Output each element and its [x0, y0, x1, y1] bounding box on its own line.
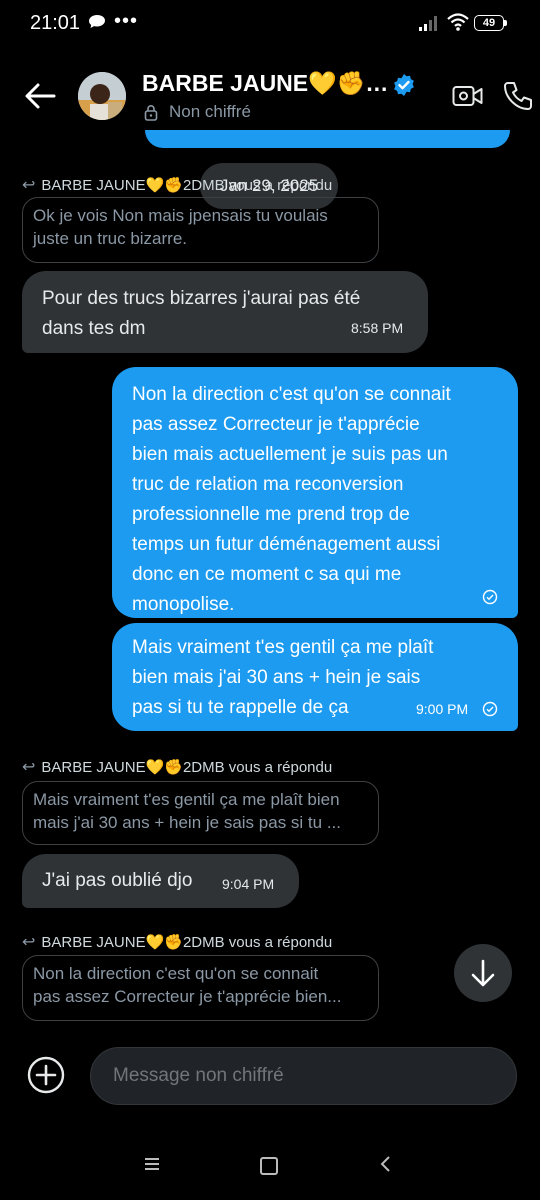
add-attachment-icon[interactable]: [26, 1055, 66, 1095]
encryption-status: Non chiffré: [169, 102, 251, 121]
quoted-message[interactable]: Ok je vois Non mais jpensais tu voulais …: [22, 197, 379, 263]
message-line: temps un futur déménagement aussi: [132, 534, 441, 555]
battery-nub: [504, 20, 507, 26]
battery-icon: 49: [474, 15, 504, 31]
chat-notification-icon: [89, 15, 105, 28]
message-line: professionnelle me prend trop de: [132, 504, 410, 525]
reply-header-text: BARBE JAUNE💛✊2DMB vous a répondu: [41, 934, 333, 951]
video-call-icon[interactable]: [452, 84, 484, 108]
more-notifications-icon: •••: [114, 10, 139, 32]
scroll-to-bottom-button[interactable]: [454, 944, 512, 1002]
recent-apps-icon[interactable]: [144, 1157, 160, 1171]
status-time: 21:01: [30, 12, 81, 34]
arrow-down-icon: [471, 959, 495, 987]
contact-name[interactable]: BARBE JAUNE💛✊…: [142, 70, 388, 97]
verified-badge-icon: [394, 74, 414, 96]
message-time: 9:00 PM: [416, 701, 469, 717]
status-bar: 21:01 ••• 49: [0, 0, 540, 48]
reply-arrow-icon: ↩: [22, 934, 36, 951]
wifi-icon: [447, 13, 469, 31]
reply-header-text: BARBE JAUNE💛✊2DMB vous a répondu: [41, 759, 333, 776]
message-line: monopolise.: [132, 594, 235, 615]
home-icon[interactable]: [260, 1157, 278, 1175]
message-line: Pour des trucs bizarres j'aurai pas été: [42, 288, 361, 309]
phone-call-icon[interactable]: [502, 80, 540, 112]
message-bubble-incoming[interactable]: Pour des trucs bizarres j'aurai pas été …: [22, 271, 428, 353]
message-text: J'ai pas oublié djo: [42, 870, 193, 891]
quoted-message[interactable]: Mais vraiment t'es gentil ça me plaît bi…: [22, 781, 379, 845]
lock-icon: [144, 105, 158, 121]
system-back-icon[interactable]: [378, 1154, 392, 1174]
quote-line: mais j'ai 30 ans + hein je sais pas si t…: [33, 813, 341, 832]
message-line: bien mais j'ai 30 ans + hein je sais: [132, 667, 421, 688]
reply-arrow-icon: ↩: [22, 177, 36, 194]
message-line: truc de relation ma reconversion: [132, 474, 404, 495]
message-line: Mais vraiment t'es gentil ça me plaît: [132, 637, 434, 658]
message-time: 9:04 PM: [222, 876, 275, 892]
reply-header: ↩ BARBE JAUNE💛✊2DMB vous a répondu: [22, 932, 332, 952]
avatar-image: [78, 72, 126, 120]
signal-icon: [419, 16, 437, 31]
message-bubble-outgoing[interactable]: Non la direction c'est qu'on se connait …: [112, 367, 518, 618]
quote-line: Mais vraiment t'es gentil ça me plaît bi…: [33, 790, 340, 809]
reply-header: ↩ BARBE JAUNE💛✊2DMB vous a répondu: [22, 757, 332, 777]
read-check-icon: [482, 589, 498, 605]
avatar[interactable]: [78, 72, 126, 120]
message-time: 8:58 PM: [351, 320, 404, 336]
quote-line: pas assez Correcteur je t'apprécie bien.…: [33, 987, 342, 1006]
message-input-placeholder: Message non chiffré: [113, 1065, 284, 1086]
message-line: pas assez Correcteur je t'apprécie: [132, 414, 420, 435]
message-line: donc en ce moment c sa qui me: [132, 564, 402, 585]
message-line: Non la direction c'est qu'on se connait: [132, 384, 451, 405]
previous-message-bubble[interactable]: [145, 130, 510, 148]
quoted-message[interactable]: Non la direction c'est qu'on se connait …: [22, 955, 379, 1021]
back-arrow-icon[interactable]: [24, 82, 56, 110]
quote-line: Ok je vois Non mais jpensais tu voulais: [33, 206, 328, 225]
quote-line: juste un truc bizarre.: [33, 229, 188, 248]
quote-line: Non la direction c'est qu'on se connait: [33, 964, 319, 983]
reply-arrow-icon: ↩: [22, 759, 36, 776]
date-label: Jan 29, 2025: [219, 176, 319, 195]
message-line: bien mais actuellement je suis pas un: [132, 444, 448, 465]
read-check-icon: [482, 701, 498, 717]
